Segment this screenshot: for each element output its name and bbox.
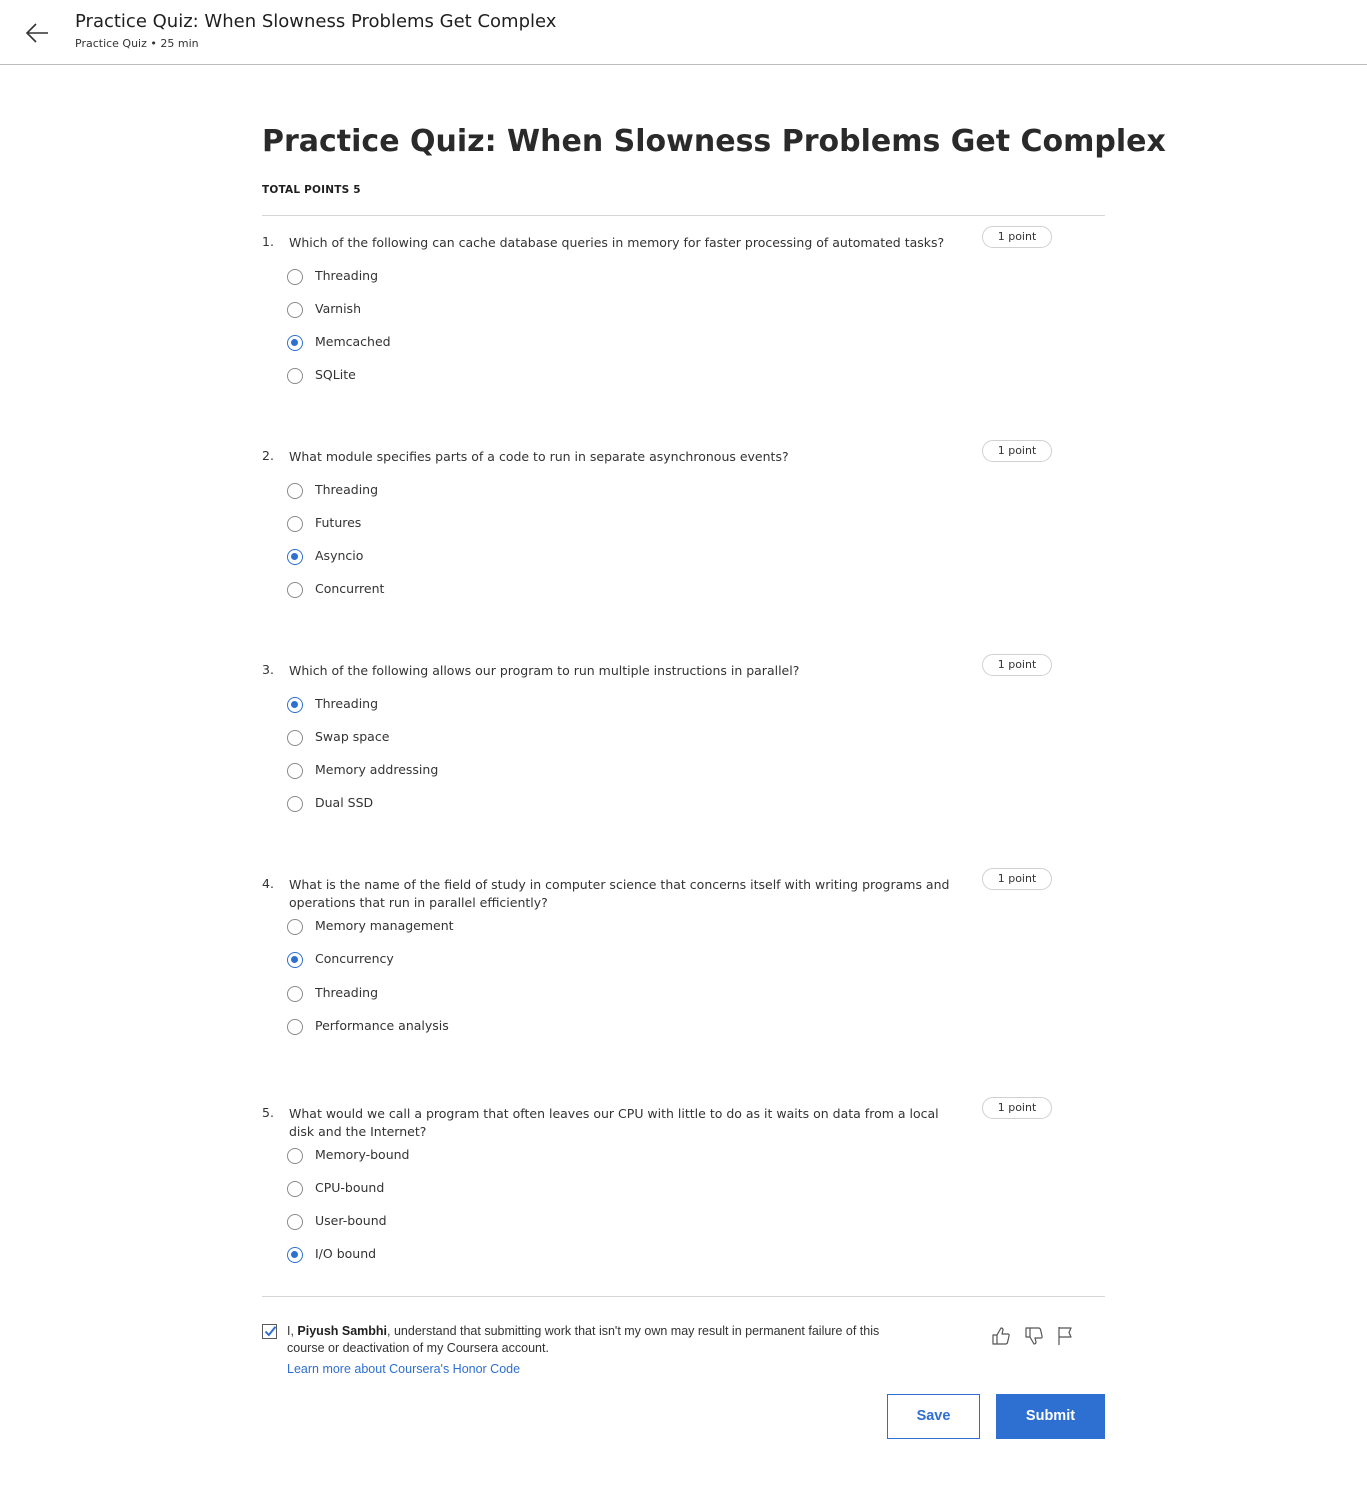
total-points: TOTAL POINTS 5	[262, 184, 361, 196]
option-label: Memcached	[315, 334, 391, 349]
question-number: 3.	[262, 662, 274, 677]
back-arrow-icon[interactable]	[22, 18, 52, 48]
radio-unselected[interactable]	[287, 302, 303, 318]
option-label: Memory-bound	[315, 1147, 410, 1162]
radio-unselected[interactable]	[287, 763, 303, 779]
question-text: Which of the following allows our progra…	[289, 663, 800, 678]
question-number: 2.	[262, 448, 274, 463]
option-label: Threading	[315, 268, 379, 283]
honor-user-name: Piyush Sambhi	[297, 1324, 388, 1338]
question-text: What is the name of the field of study i…	[289, 877, 950, 910]
honor-prefix: I,	[287, 1324, 298, 1338]
option-label: Performance analysis	[315, 1018, 449, 1033]
points-badge: 1 point	[982, 1097, 1052, 1119]
option-label: Asyncio	[315, 548, 364, 563]
radio-unselected[interactable]	[287, 796, 303, 812]
top-bar: Practice Quiz: When Slowness Problems Ge…	[0, 0, 1367, 65]
option-label: Dual SSD	[315, 795, 374, 810]
header-subtitle: Practice Quiz • 25 min	[75, 37, 199, 50]
thumbs-down-icon[interactable]	[1023, 1325, 1045, 1347]
option-label: Threading	[315, 696, 379, 711]
option-label: Varnish	[315, 301, 361, 316]
points-badge: 1 point	[982, 868, 1052, 890]
radio-unselected[interactable]	[287, 582, 303, 598]
option-label: Memory management	[315, 918, 454, 933]
question-number: 4.	[262, 876, 274, 891]
radio-unselected[interactable]	[287, 986, 303, 1002]
question-number: 5.	[262, 1105, 274, 1120]
radio-unselected[interactable]	[287, 1148, 303, 1164]
question-text: What would we call a program that often …	[289, 1106, 939, 1139]
page-title: Practice Quiz: When Slowness Problems Ge…	[262, 124, 1166, 159]
option-label: Threading	[315, 482, 379, 497]
radio-unselected[interactable]	[287, 368, 303, 384]
honor-code-statement: I, Piyush Sambhi, understand that submit…	[287, 1323, 907, 1357]
option-label: SQLite	[315, 367, 356, 382]
header-title: Practice Quiz: When Slowness Problems Ge…	[75, 11, 557, 32]
points-badge: 1 point	[982, 226, 1052, 248]
question-number: 1.	[262, 234, 274, 249]
radio-selected[interactable]	[287, 952, 303, 968]
points-badge: 1 point	[982, 654, 1052, 676]
flag-icon[interactable]	[1055, 1325, 1077, 1347]
radio-selected[interactable]	[287, 697, 303, 713]
radio-unselected[interactable]	[287, 1019, 303, 1035]
radio-unselected[interactable]	[287, 483, 303, 499]
submit-button[interactable]: Submit	[996, 1394, 1105, 1439]
thumbs-up-icon[interactable]	[990, 1325, 1012, 1347]
option-label: User-bound	[315, 1213, 387, 1228]
save-button[interactable]: Save	[887, 1394, 980, 1439]
question-text: Which of the following can cache databas…	[289, 235, 945, 250]
radio-unselected[interactable]	[287, 919, 303, 935]
radio-selected[interactable]	[287, 335, 303, 351]
option-label: Concurrent	[315, 581, 385, 596]
radio-unselected[interactable]	[287, 1214, 303, 1230]
option-label: CPU-bound	[315, 1180, 385, 1195]
radio-selected[interactable]	[287, 549, 303, 565]
question-text: What module specifies parts of a code to…	[289, 449, 789, 464]
radio-unselected[interactable]	[287, 1181, 303, 1197]
divider	[262, 215, 1105, 216]
radio-unselected[interactable]	[287, 269, 303, 285]
option-label: Futures	[315, 515, 362, 530]
option-label: Concurrency	[315, 951, 394, 966]
radio-unselected[interactable]	[287, 730, 303, 746]
option-label: Swap space	[315, 729, 390, 744]
divider	[262, 1296, 1105, 1297]
option-label: Threading	[315, 985, 379, 1000]
option-label: I/O bound	[315, 1246, 377, 1261]
radio-selected[interactable]	[287, 1247, 303, 1263]
option-label: Memory addressing	[315, 762, 439, 777]
points-badge: 1 point	[982, 440, 1052, 462]
radio-unselected[interactable]	[287, 516, 303, 532]
honor-code-link[interactable]: Learn more about Coursera's Honor Code	[287, 1362, 520, 1376]
honor-code-checkbox[interactable]	[262, 1324, 277, 1339]
